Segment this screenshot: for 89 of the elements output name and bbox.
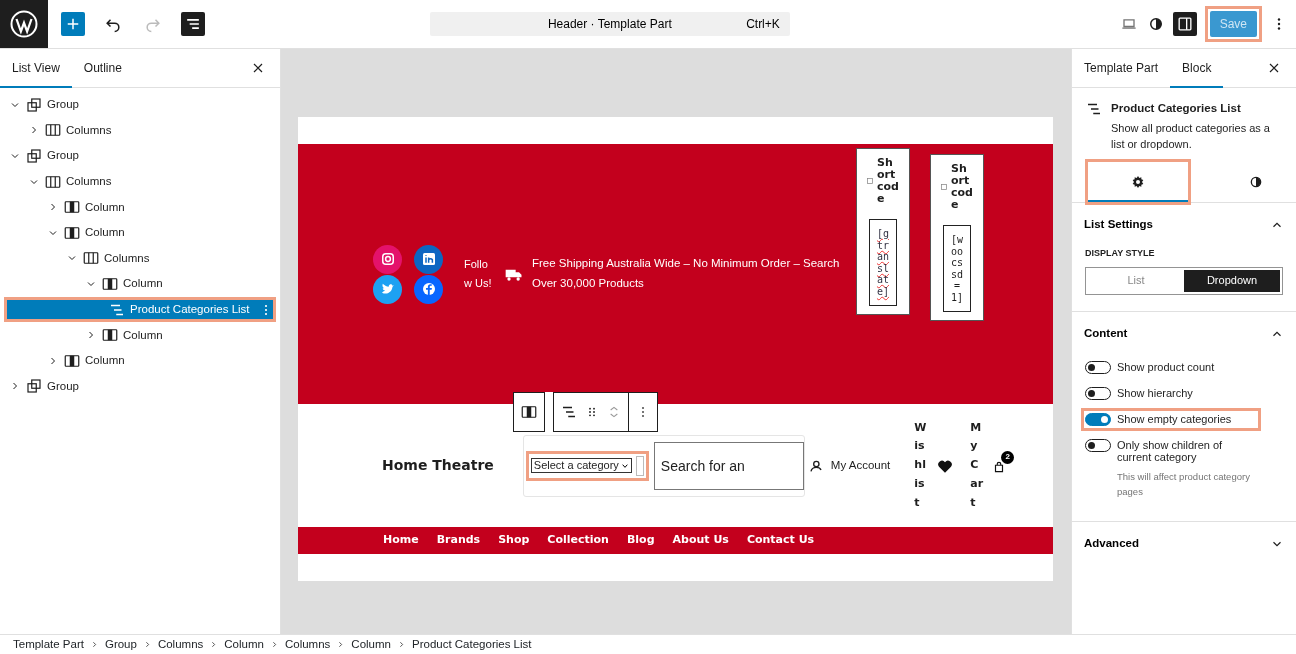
- nav-link[interactable]: Contact Us: [737, 532, 824, 549]
- instagram-icon[interactable]: [373, 244, 402, 274]
- item-label: Column: [85, 353, 125, 369]
- nav-link[interactable]: Shop: [489, 532, 539, 549]
- shortcode-icon: [941, 184, 947, 191]
- panel-tab[interactable]: Template Part: [1072, 48, 1171, 88]
- group-icon: [25, 147, 43, 165]
- nav-link[interactable]: Collection: [538, 532, 618, 549]
- breadcrumb-link[interactable]: Product Categories List: [412, 635, 532, 654]
- item-label: Column: [85, 225, 125, 241]
- toggle-switch[interactable]: [1085, 386, 1111, 400]
- panel-tab[interactable]: Block: [1170, 48, 1224, 88]
- list-view-item[interactable]: Columns: [4, 245, 276, 272]
- column-icon[interactable]: [520, 403, 538, 421]
- account-link[interactable]: My Account: [830, 456, 891, 475]
- block-description: Show all product categories as a list or dropdown.: [1111, 121, 1271, 152]
- list-view-item[interactable]: Product Categories List: [4, 296, 276, 323]
- shortcode-text: [gtranslate]: [869, 219, 897, 307]
- toggle-label: Show hierarchy: [1117, 386, 1193, 399]
- list-view-item[interactable]: Group: [4, 373, 276, 400]
- site-title: Home Theatre: [382, 456, 494, 475]
- panel-tab[interactable]: Outline: [71, 48, 134, 88]
- wishlist-link[interactable]: Wishlist: [914, 418, 929, 513]
- field-label: DISPLAY STYLE: [1084, 247, 1156, 261]
- shortcode-text: [woocssd=1]: [943, 225, 971, 313]
- nav-link[interactable]: Home: [374, 532, 428, 549]
- settings-tab[interactable]: [1088, 162, 1188, 203]
- nav-link[interactable]: About Us: [663, 532, 738, 549]
- shipping-text: Free Shipping Australia Wide – No Minimum Order – Search Over 30,000 Products: [532, 256, 841, 291]
- group-icon: [25, 377, 43, 396]
- shortcut-label: Ctrl+K: [746, 16, 780, 33]
- group-icon: [25, 95, 43, 114]
- item-label: Column: [123, 276, 163, 292]
- nav-link[interactable]: Brands: [427, 532, 490, 549]
- cart-count: 2: [1001, 450, 1015, 464]
- list-view-item[interactable]: Column: [4, 194, 276, 220]
- list-view-item[interactable]: Columns: [4, 117, 276, 144]
- toggle-label: Only show children of current category: [1117, 438, 1224, 463]
- panel-tab[interactable]: List View: [0, 48, 72, 88]
- item-label: Columns: [66, 173, 112, 189]
- display-style-control[interactable]: List Dropdown: [1085, 266, 1283, 295]
- block-title: Product Categories List: [1111, 101, 1242, 116]
- cart-link[interactable]: My Cart: [970, 418, 985, 513]
- parent-block-button[interactable]: [513, 392, 545, 432]
- follow-text: Follow Us!: [464, 257, 493, 291]
- item-label: Columns: [66, 122, 112, 138]
- breadcrumb-link[interactable]: Column: [351, 635, 391, 654]
- list-view-item[interactable]: Column: [4, 347, 276, 374]
- block-options-button[interactable]: [628, 392, 658, 432]
- toggle-label: Show product count: [1117, 360, 1215, 373]
- item-label: Column: [85, 199, 125, 215]
- toggle-switch[interactable]: [1085, 438, 1111, 452]
- chevron-icon: [209, 640, 219, 649]
- shortcode-title: Shortcode: [951, 163, 973, 212]
- nav-link[interactable]: Blog: [617, 532, 664, 549]
- breadcrumb-link[interactable]: Columns: [157, 635, 204, 654]
- facebook-icon[interactable]: [414, 274, 443, 304]
- breadcrumb-link[interactable]: Column: [224, 635, 264, 654]
- toggle-switch[interactable]: [1085, 360, 1111, 374]
- breadcrumb-link[interactable]: Group: [104, 635, 137, 654]
- list-view-item[interactable]: Column: [4, 271, 276, 297]
- item-label: Group: [47, 378, 79, 394]
- twitter-icon[interactable]: [373, 274, 402, 304]
- category-select[interactable]: Select a category: [530, 458, 632, 473]
- shortcode-icon: [867, 178, 873, 185]
- list-view-item[interactable]: Columns: [4, 168, 276, 195]
- list-view-item[interactable]: Column: [4, 322, 276, 348]
- item-label: Group: [47, 148, 79, 164]
- breadcrumb-link[interactable]: Template Part: [13, 635, 84, 654]
- command-bar[interactable]: Header · Template Part Ctrl+K: [429, 12, 790, 36]
- shortcode-title: Shortcode: [877, 157, 899, 206]
- wordpress-logo[interactable]: [0, 0, 48, 48]
- toggle-label: Show empty categories: [1117, 412, 1232, 425]
- item-label: Columns: [104, 250, 150, 266]
- segment-option[interactable]: Dropdown: [1184, 269, 1280, 292]
- breadcrumb-link[interactable]: Columns: [284, 635, 331, 654]
- chevron-icon: [336, 640, 346, 649]
- help-text: This will affect product category pages: [1117, 469, 1251, 499]
- item-label: Product Categories List: [130, 301, 250, 317]
- chevron-icon: [397, 640, 406, 649]
- list-view-item[interactable]: Group: [4, 92, 276, 118]
- toggle-switch[interactable]: [1085, 412, 1111, 426]
- list-view-item[interactable]: Group: [4, 143, 276, 169]
- linkedin-icon[interactable]: [414, 244, 443, 274]
- document-title: Header · Template Part: [547, 16, 672, 33]
- search-field[interactable]: Search for an: [653, 441, 804, 490]
- list-view-item[interactable]: Column: [4, 219, 276, 246]
- item-label: Column: [123, 327, 163, 343]
- item-label: Group: [47, 97, 79, 113]
